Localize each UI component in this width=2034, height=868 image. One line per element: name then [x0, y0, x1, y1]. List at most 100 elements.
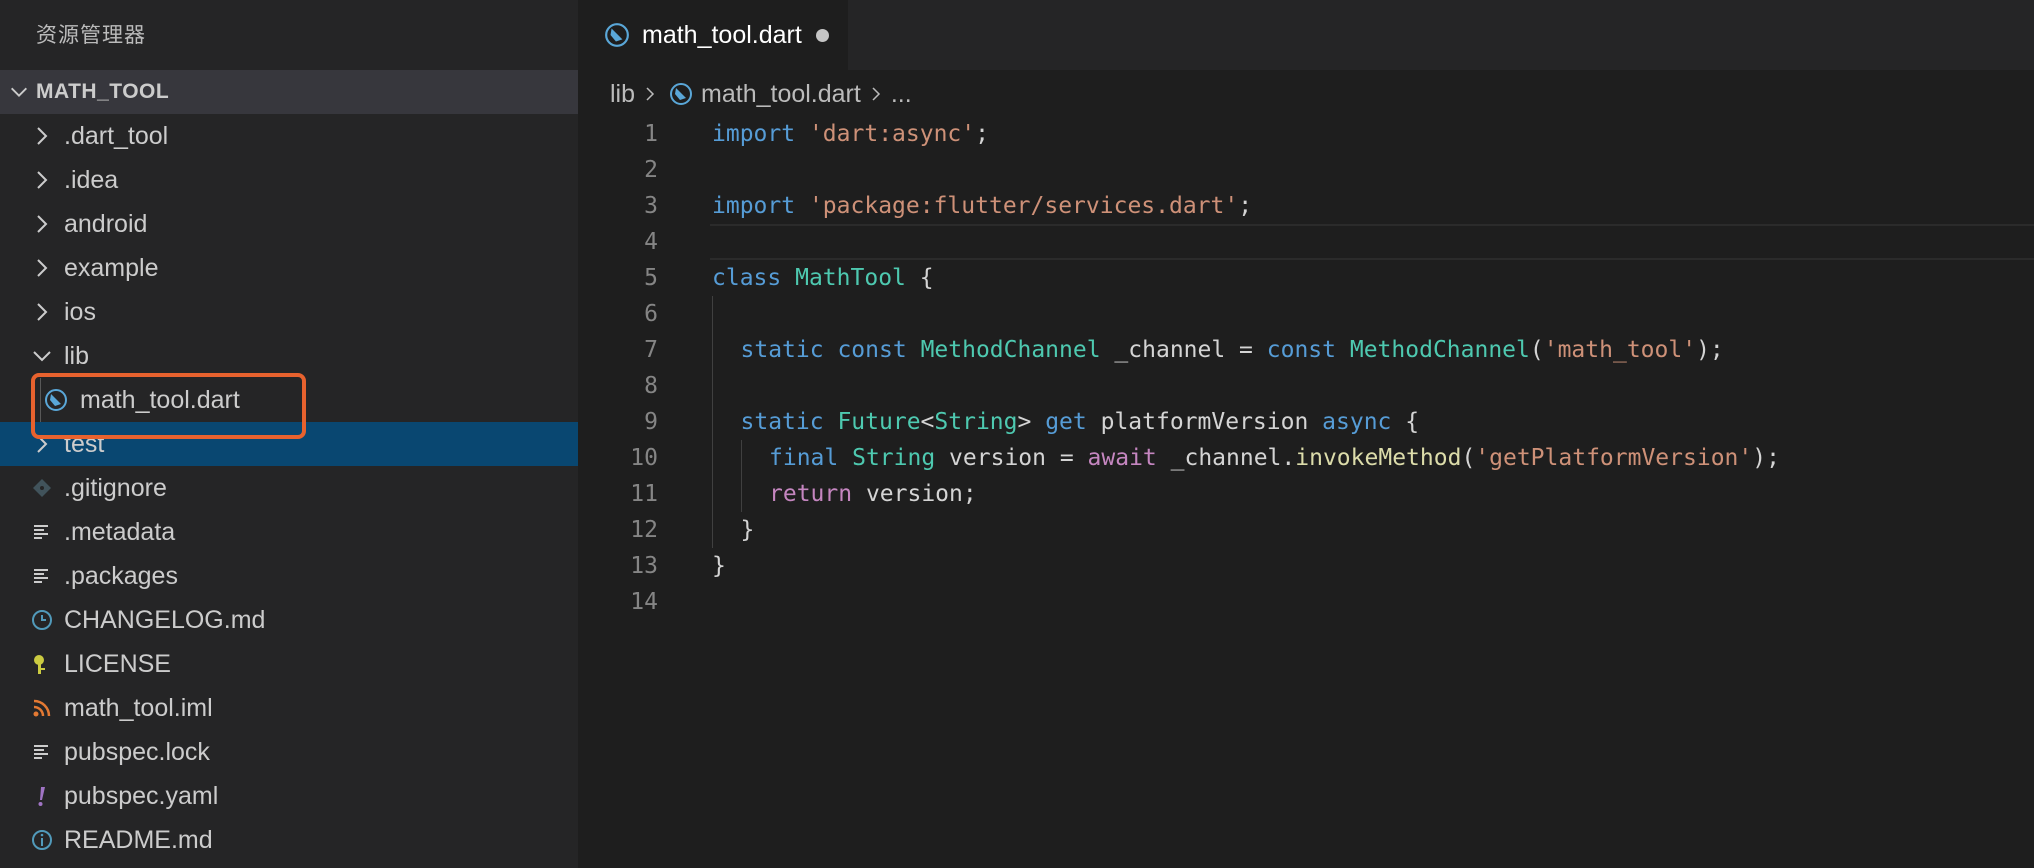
- tree-item-math-tool-iml[interactable]: math_tool.iml: [0, 686, 578, 730]
- code-token: _channel.: [1156, 445, 1296, 471]
- code-line[interactable]: 1 import 'dart:async';: [578, 116, 2034, 152]
- indent-guide: [740, 440, 742, 476]
- tab-label: math_tool.dart: [642, 20, 802, 49]
- text-lines-icon: [34, 745, 48, 759]
- tree-item-label: LICENSE: [64, 649, 171, 678]
- code-line[interactable]: 9 static Future<String> get platformVersi…: [578, 404, 2034, 440]
- code-text: static const MethodChannel _channel = co…: [741, 332, 1724, 368]
- breadcrumb-folder[interactable]: lib: [610, 80, 635, 109]
- tree-item-label: ios: [64, 297, 96, 326]
- code-text: return version;: [769, 476, 977, 512]
- line-number: 4: [644, 229, 658, 255]
- tree-item-icon: [30, 211, 54, 237]
- breadcrumb: lib math_tool.dart ...: [610, 74, 912, 114]
- clock-icon: [32, 610, 52, 630]
- tree-item-icon: [30, 343, 54, 369]
- code-token: get: [1045, 409, 1087, 435]
- tree-item-label: example: [64, 253, 159, 282]
- tree-item-label: math_tool.iml: [64, 693, 213, 722]
- code-token: final: [769, 445, 839, 471]
- code-token: String: [934, 409, 1018, 435]
- tree-item-lib[interactable]: lib: [0, 334, 578, 378]
- indent-guide: [712, 440, 713, 476]
- code-line[interactable]: 12}: [578, 512, 2034, 548]
- code-token: {: [905, 265, 934, 291]
- text-lines-icon: [34, 525, 48, 539]
- tree-item-label: .gitignore: [64, 473, 167, 502]
- tree-item-icon: [30, 739, 54, 765]
- code-line[interactable]: 10 final String version = await _channel.…: [578, 440, 2034, 476]
- code-token: ;: [1238, 193, 1253, 219]
- line-number: 12: [630, 517, 658, 543]
- code-token: import: [712, 121, 796, 147]
- code-line[interactable]: 4: [578, 224, 2034, 260]
- tree-item-icon: [30, 255, 54, 281]
- tree-item-pubspec-yaml[interactable]: pubspec.yaml: [0, 774, 578, 818]
- code-token: ;: [975, 121, 989, 147]
- code-token: import: [712, 193, 796, 219]
- code-token: );: [1752, 445, 1780, 471]
- code-token: static: [740, 409, 824, 435]
- chevron-right-icon: [37, 303, 48, 321]
- tree-item-changelog-md[interactable]: CHANGELOG.md: [0, 598, 578, 642]
- code-token: version =: [935, 445, 1088, 471]
- chevron-right-icon: [872, 87, 880, 101]
- tree-item-icon: [30, 519, 54, 545]
- code-line[interactable]: 7 static const MethodChannel _channel = c…: [578, 332, 2034, 368]
- tree-item-label: CHANGELOG.md: [64, 605, 266, 634]
- breadcrumb-more[interactable]: ...: [891, 80, 912, 109]
- breadcrumb-file[interactable]: math_tool.dart: [701, 80, 861, 109]
- tree-item-dart-tool[interactable]: .dart_tool: [0, 114, 578, 158]
- line-number: 2: [644, 157, 658, 183]
- info-icon: [32, 830, 52, 850]
- code-line[interactable]: 6: [578, 296, 2034, 332]
- tree-item-readme-md[interactable]: README.md: [0, 818, 578, 862]
- code-line[interactable]: 3 import 'package:flutter/services.dart';: [578, 188, 2034, 224]
- unsaved-dot-icon[interactable]: [815, 28, 829, 42]
- code-line[interactable]: 8: [578, 368, 2034, 404]
- code-line[interactable]: 11 return version;: [578, 476, 2034, 512]
- line-number: 8: [644, 373, 658, 399]
- indent-guide: [712, 476, 713, 512]
- code-line[interactable]: 2: [578, 152, 2034, 188]
- line-number: 13: [630, 553, 658, 579]
- line-number: 3: [644, 193, 658, 219]
- line-number: 14: [630, 589, 658, 615]
- tree-item-android[interactable]: android: [0, 202, 578, 246]
- tree-item-packages[interactable]: .packages: [0, 554, 578, 598]
- code-editor[interactable]: 1 import 'dart:async'; 2 3 import 'package:f…: [578, 116, 2034, 620]
- tree-item-metadata[interactable]: .metadata: [0, 510, 578, 554]
- code-token: 'package:flutter/services.dart': [808, 193, 1239, 219]
- tree-item-ios[interactable]: ios: [0, 290, 578, 334]
- tree-item-gitignore[interactable]: .gitignore: [0, 466, 578, 510]
- tree-item-icon: [30, 167, 54, 193]
- code-line[interactable]: 5 class MathTool {: [578, 260, 2034, 296]
- code-token: const: [837, 337, 907, 363]
- chevron-right-icon: [37, 171, 48, 189]
- rss-icon: [33, 699, 51, 717]
- tree-item-pubspec-lock[interactable]: pubspec.lock: [0, 730, 578, 774]
- code-token: (: [1529, 337, 1544, 363]
- chevron-right-icon: [37, 127, 48, 145]
- project-name: MATH_TOOL: [36, 80, 170, 103]
- tree-item-example[interactable]: example: [0, 246, 578, 290]
- code-token: await: [1087, 445, 1157, 471]
- tab-math-tool-dart[interactable]: math_tool.dart: [578, 0, 848, 70]
- exclamation-icon: [38, 787, 45, 806]
- project-header[interactable]: MATH_TOOL: [0, 70, 578, 114]
- line-number: 1: [644, 121, 658, 147]
- indent-guide: [712, 296, 713, 332]
- tree-item-idea[interactable]: .idea: [0, 158, 578, 202]
- code-line[interactable]: 14: [578, 584, 2034, 620]
- code-line[interactable]: 13}: [578, 548, 2034, 584]
- indent-guide: [712, 332, 713, 368]
- tree-item-icon: [30, 299, 54, 325]
- tree-item-license[interactable]: LICENSE: [0, 642, 578, 686]
- tree-item-label: .packages: [64, 561, 178, 590]
- code-token: String: [852, 445, 936, 471]
- tree-item-icon: [30, 475, 54, 501]
- chevron-down-icon: [11, 87, 27, 97]
